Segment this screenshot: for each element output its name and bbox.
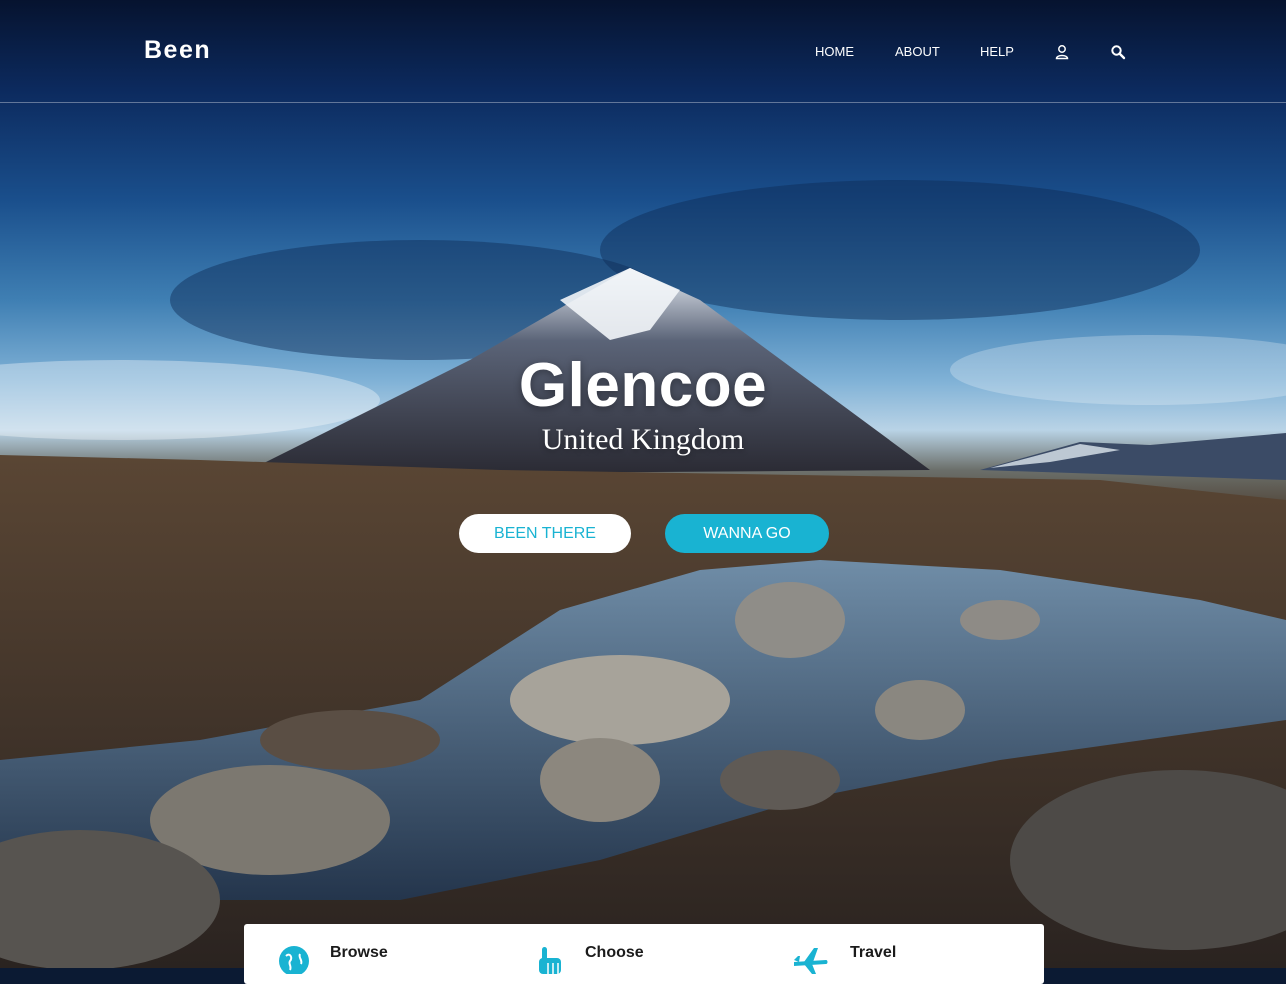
feature-browse-title: Browse: [330, 944, 388, 961]
top-navbar: Been HOME ABOUT HELP: [0, 0, 1286, 103]
nav-home[interactable]: HOME: [815, 44, 854, 59]
globe-icon: [278, 944, 310, 976]
search-icon[interactable]: [1110, 44, 1126, 60]
nav-help[interactable]: HELP: [980, 44, 1014, 59]
nav-about[interactable]: ABOUT: [895, 44, 940, 59]
user-icon[interactable]: [1054, 44, 1070, 60]
destination-title: Glencoe: [518, 351, 768, 420]
features-card: Browse Choose Travel: [244, 924, 1044, 984]
hero-background: [0, 0, 1286, 968]
airplane-icon: [792, 944, 828, 974]
been-there-button[interactable]: BEEN THERE: [459, 514, 631, 553]
pointer-hand-icon: [534, 944, 566, 974]
destination-country: United Kingdom: [541, 423, 745, 456]
feature-travel-title: Travel: [850, 944, 897, 961]
wanna-go-button[interactable]: WANNA GO: [665, 514, 829, 553]
feature-choose-title: Choose: [585, 944, 644, 961]
landscape-illustration: [0, 180, 1286, 968]
logo[interactable]: Been: [144, 36, 211, 65]
hero-title-block: Glencoe United Kingdom: [0, 350, 1286, 457]
